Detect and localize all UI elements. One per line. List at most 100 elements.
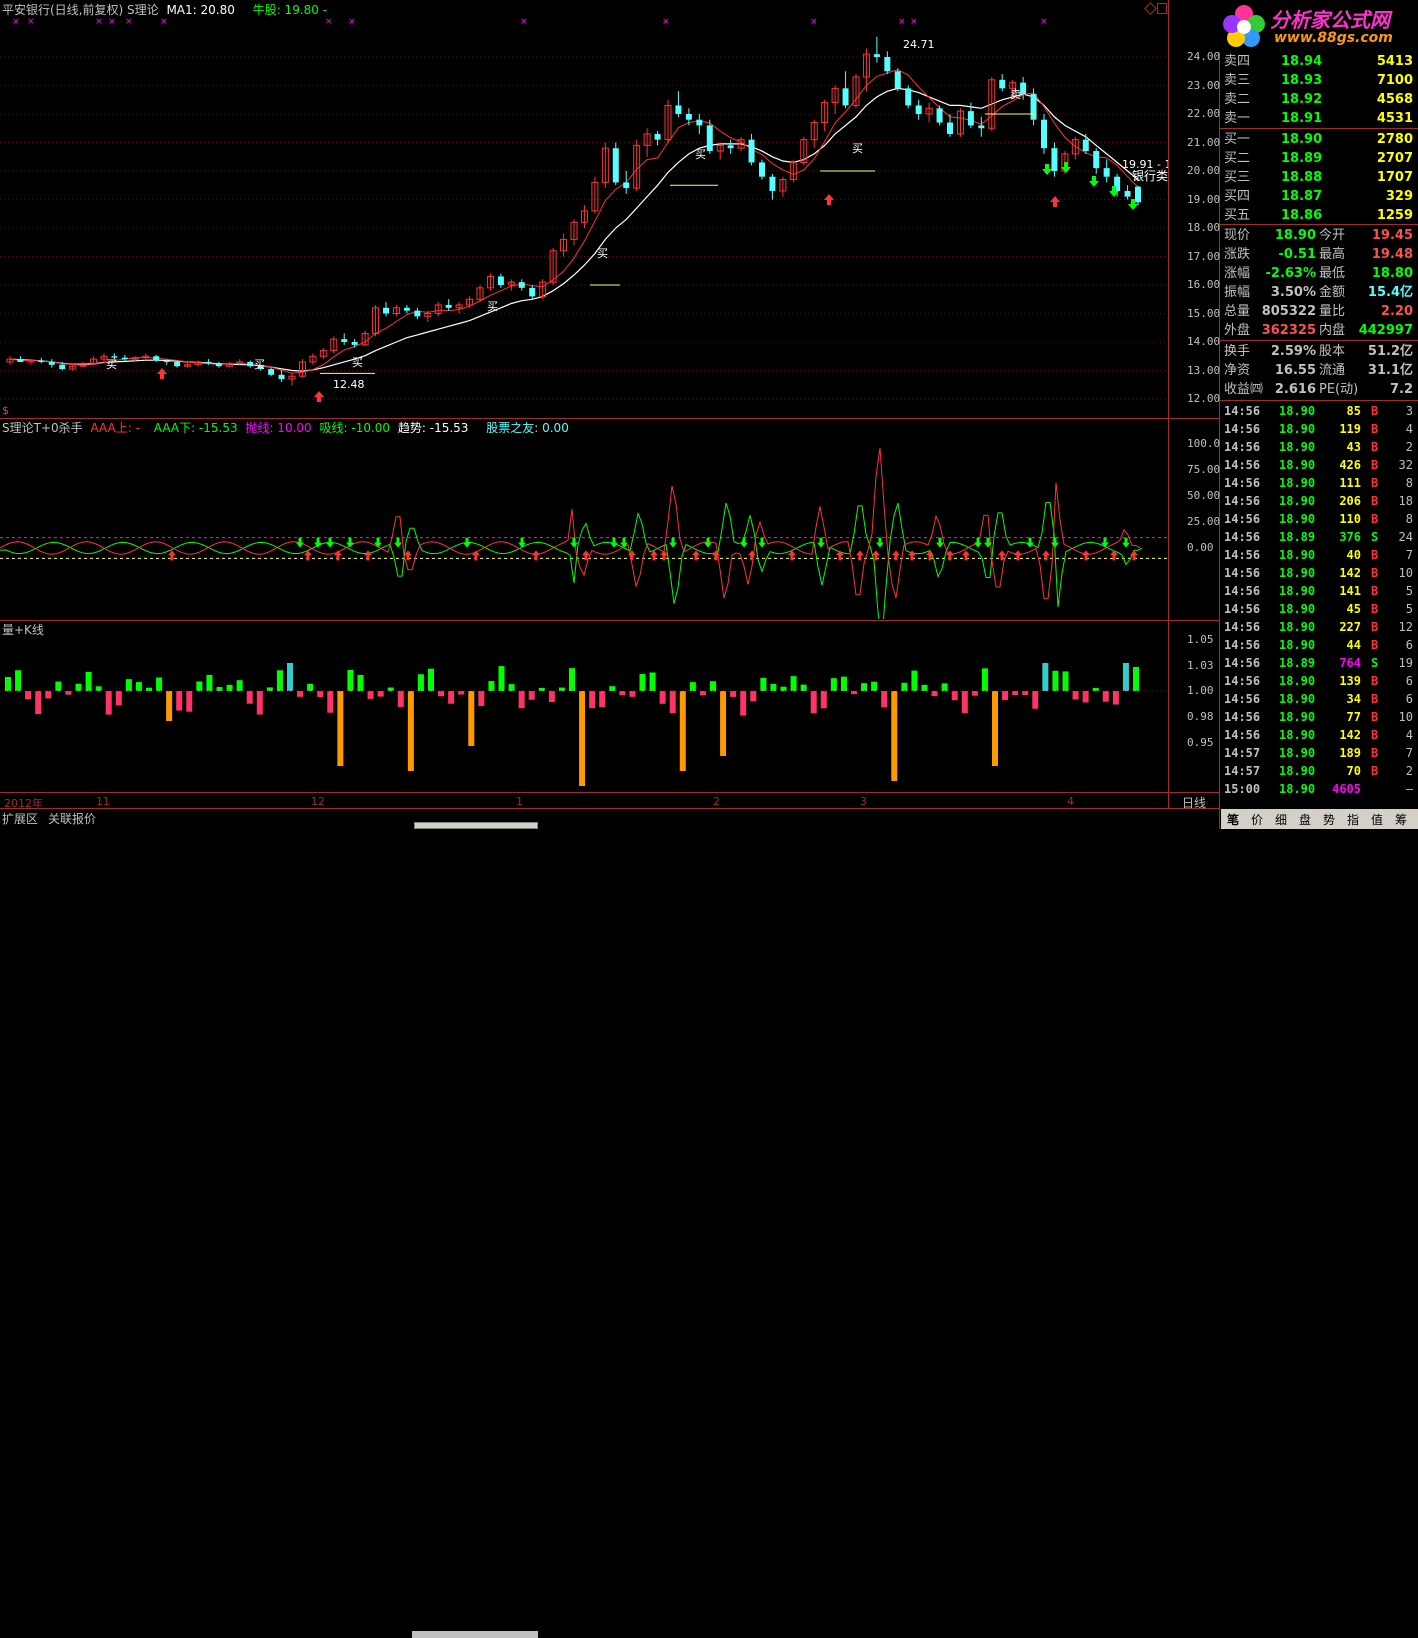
indicator-down-arrow-icon: [758, 537, 766, 548]
volume-bar: [750, 691, 757, 702]
tick-side: B: [1371, 746, 1379, 760]
volume-bar: [458, 691, 465, 695]
signal-marker: ×: [1040, 17, 1048, 27]
sector-label: 银行类: [1132, 169, 1169, 183]
volume-bar: [508, 684, 515, 691]
candle-body: [351, 342, 358, 345]
volume-bar: [528, 691, 535, 700]
tick-side: B: [1371, 494, 1379, 508]
tick-time: 14:56: [1224, 404, 1261, 418]
tick-count: 3: [1405, 404, 1413, 418]
tick-time: 14:56: [1224, 638, 1261, 652]
volume-bar: [226, 684, 233, 691]
price-axis-label: 20.00: [1187, 164, 1221, 177]
order-book-row[interactable]: 卖一 18.91 4531: [1221, 109, 1416, 128]
tick-row: 14:56 18.90 139 B 6: [1221, 672, 1416, 690]
tick-time: 14:57: [1224, 764, 1261, 778]
order-level-label: 卖二: [1224, 92, 1251, 107]
tick-side: B: [1371, 512, 1379, 526]
sell-arrow-icon: [1042, 164, 1052, 175]
tick-price: 18.90: [1279, 728, 1316, 742]
tab-detail[interactable]: 细: [1275, 811, 1287, 828]
order-book-row[interactable]: 买一 18.90 2780: [1221, 130, 1416, 149]
axis-divider: [0, 792, 1220, 793]
tick-time: 14:56: [1224, 710, 1261, 724]
order-book-row[interactable]: 卖四 18.94 5413: [1221, 52, 1416, 71]
volume-bar: [820, 691, 827, 709]
tick-side: B: [1371, 710, 1379, 724]
indicator-axis-label: 25.00: [1187, 515, 1221, 528]
volume-chart[interactable]: [0, 621, 1168, 792]
indicator-down-arrow-icon: [974, 537, 982, 548]
order-price: 18.89: [1281, 151, 1323, 166]
tab-value[interactable]: 值: [1371, 811, 1383, 828]
order-volume: 329: [1385, 189, 1413, 204]
volume-bar: [276, 670, 283, 691]
volume-bar: [397, 691, 404, 707]
tab-chips[interactable]: 筹: [1395, 811, 1407, 828]
volume-bar: [891, 691, 898, 781]
volume-bar: [689, 682, 696, 691]
stat-value: 2.616: [1274, 382, 1316, 397]
volume-bar: [327, 691, 334, 713]
tick-price: 18.89: [1279, 656, 1316, 670]
stock-terminal: { "header": { "title": "平安银行(日线,前复权) S理论…: [0, 0, 1418, 1638]
indicator-axis-label: 50.00: [1187, 489, 1221, 502]
tick-side: B: [1371, 440, 1379, 454]
tab-related-quotes[interactable]: 关联报价: [48, 810, 96, 827]
volume-bar: [256, 691, 263, 715]
indicator-up-arrow-icon: [1042, 550, 1050, 561]
stat-label: 涨幅: [1224, 266, 1251, 281]
candle-body: [403, 307, 410, 311]
volume-bar: [95, 686, 102, 691]
candle-body: [769, 176, 776, 191]
volume-bar: [639, 674, 646, 691]
order-book-row[interactable]: 买二 18.89 2707: [1221, 149, 1416, 168]
order-book-row[interactable]: 买三 18.88 1707: [1221, 168, 1416, 187]
candle-body: [894, 71, 901, 89]
candle-body: [1124, 190, 1131, 197]
order-volume: 5413: [1376, 54, 1413, 69]
order-book-row[interactable]: 买五 18.86 1259: [1221, 206, 1416, 225]
signal-marker: ×: [27, 17, 35, 27]
candle-body: [1135, 186, 1141, 203]
tab-extension-area[interactable]: 扩展区: [2, 810, 38, 827]
indicator-down-arrow-icon: [1101, 537, 1109, 548]
tick-price: 18.90: [1279, 584, 1316, 598]
order-book-row[interactable]: 卖二 18.92 4568: [1221, 90, 1416, 109]
tab-index[interactable]: 指: [1347, 811, 1359, 828]
indicator-line-red: [0, 447, 1141, 600]
tick-time: 14:56: [1224, 566, 1261, 580]
tab-board[interactable]: 盘: [1299, 811, 1311, 828]
volume-bar: [216, 687, 223, 691]
volume-bar: [538, 687, 545, 691]
candle-body: [414, 310, 421, 317]
candle-body: [967, 111, 974, 126]
order-volume: 1259: [1376, 208, 1413, 223]
tick-price: 18.90: [1279, 440, 1316, 454]
horizontal-scrollbar[interactable]: [414, 822, 538, 829]
tab-trend[interactable]: 势: [1323, 811, 1335, 828]
volume-bar: [65, 691, 72, 695]
volume-bar: [871, 681, 878, 691]
tick-count: 12: [1398, 620, 1413, 634]
tick-row: 14:56 18.90 77 B 10: [1221, 708, 1416, 726]
order-level-label: 卖四: [1224, 54, 1251, 69]
buy-arrow-icon: [1050, 196, 1060, 207]
tab-ticks[interactable]: 笔: [1227, 811, 1239, 828]
order-book-row[interactable]: 买四 18.87 329: [1221, 187, 1416, 206]
price-axis-label: 22.00: [1187, 107, 1221, 120]
scrollbar[interactable]: [412, 1631, 538, 1638]
bottom-tab-bar: 扩展区 关联报价: [0, 809, 1219, 1638]
tick-price: 18.90: [1279, 674, 1316, 688]
tick-price: 18.90: [1279, 566, 1316, 580]
tick-time: 14:56: [1224, 440, 1261, 454]
order-book-row[interactable]: 卖三 18.93 7100: [1221, 71, 1416, 90]
indicator-down-arrow-icon: [1122, 537, 1130, 548]
indicator-chart[interactable]: [0, 419, 1168, 619]
price-chart[interactable]: × × × × × × × × × × × × × ×: [0, 0, 1168, 418]
tick-volume: 34: [1346, 692, 1361, 706]
tab-price[interactable]: 价: [1251, 811, 1263, 828]
volume-bar: [357, 674, 364, 691]
tick-time: 14:56: [1224, 458, 1261, 472]
